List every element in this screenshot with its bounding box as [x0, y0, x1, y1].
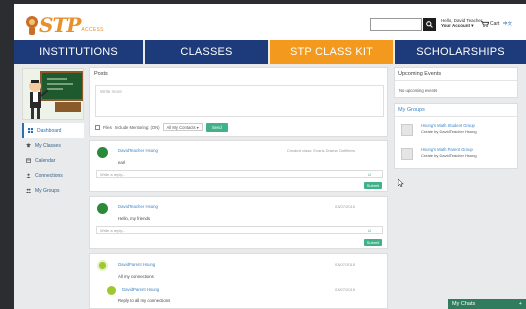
search-button[interactable] — [423, 18, 436, 31]
posts-composer: Posts Write more Files Include Mentoring… — [89, 67, 388, 137]
card-divider — [395, 80, 517, 81]
language-switch[interactable]: 中文 — [503, 21, 512, 27]
sidebar-item-connections[interactable]: Connections — [22, 168, 84, 183]
post-meta: 03/07/2015 — [334, 262, 355, 267]
users-icon — [26, 173, 31, 178]
my-groups-card: My Groups Hsung's Math Student Group Cre… — [394, 103, 518, 169]
group-item[interactable]: Hsung's Math Parent Group Create by Davi… — [399, 145, 515, 163]
chat-label: My Chats — [452, 301, 476, 307]
upcoming-events-card: Upcoming Events No upcoming events — [394, 67, 518, 98]
post-meta: 03/07/2015 — [334, 204, 355, 209]
files-checkbox[interactable] — [95, 124, 100, 130]
sidebar-item-my-groups[interactable]: My Groups — [22, 183, 84, 198]
group-thumbnail — [401, 148, 413, 160]
reply-placeholder: Write a reply... — [100, 227, 126, 233]
logo-text: STP — [39, 13, 81, 37]
sidebar-item-label: Connections — [35, 172, 63, 179]
emoji-icon[interactable]: ☺ — [367, 172, 372, 178]
sidebar-item-label: Dashboard — [37, 127, 62, 134]
group-icon — [26, 188, 31, 193]
post-author[interactable]: DavidTeacher Hsung — [118, 204, 158, 209]
post-controls: Files Include Mentoring: (ON) All My Con… — [95, 122, 228, 132]
nav-classes[interactable]: CLASSES — [145, 40, 268, 64]
profile-avatar[interactable] — [22, 68, 84, 120]
chat-bar[interactable]: My Chats + — [448, 299, 526, 309]
account-link[interactable]: Your Account ▾ — [441, 23, 482, 28]
logo-subtext: ACCESS — [81, 27, 104, 33]
audience-select[interactable]: All My Contacts ▾ — [162, 123, 203, 131]
author-avatar[interactable] — [97, 203, 108, 214]
calendar-icon — [26, 158, 31, 163]
my-groups-title: My Groups — [398, 107, 425, 113]
reply-input[interactable]: Write a reply... ☺ — [96, 226, 383, 234]
sidebar-item-label: My Classes — [35, 142, 61, 149]
no-events-text: No upcoming events — [399, 88, 438, 93]
files-label: Files — [103, 124, 112, 130]
lion-mascot-icon — [26, 15, 38, 35]
cart-icon — [481, 21, 489, 27]
group-thumbnail — [401, 124, 413, 136]
post-body: Hello, my friends — [118, 216, 150, 221]
main-nav: INSTITUTIONS CLASSES STP CLASS KIT SCHOL… — [14, 40, 526, 64]
account-menu[interactable]: Hello, David Teacher Your Account ▾ — [441, 18, 482, 28]
graduation-cap-icon — [26, 143, 31, 148]
sidebar-item-my-classes[interactable]: My Classes — [22, 138, 84, 153]
group-owner: Create by DavidTeacher Hsung — [421, 129, 477, 134]
search-icon — [426, 21, 433, 28]
post-textarea[interactable]: Write more — [95, 85, 384, 117]
feed-post: DavidTeacher Hsung 03/07/2015 Hello, my … — [89, 196, 388, 249]
sidebar-item-label: Calendar — [35, 157, 56, 164]
post-author[interactable]: DavidParent Hsung — [118, 262, 155, 267]
reply-body: Reply to all my connections — [118, 298, 171, 303]
reply-author[interactable]: DavidParent Hsung — [122, 287, 159, 292]
reply-placeholder: Write a reply... — [100, 171, 126, 177]
author-avatar[interactable] — [97, 147, 108, 158]
group-owner: Create by DavidTeacher Hsung — [421, 153, 477, 158]
sidebar-item-calendar[interactable]: Calendar — [22, 153, 84, 168]
mouse-cursor-icon — [398, 179, 404, 187]
card-divider — [395, 116, 517, 117]
submit-button[interactable]: Submit — [364, 182, 382, 189]
group-name[interactable]: Hsung's Math Parent Group — [421, 147, 473, 152]
reply-author-avatar[interactable] — [107, 286, 116, 295]
sidebar-item-dashboard[interactable]: Dashboard — [22, 123, 84, 138]
nav-institutions[interactable]: INSTITUTIONS — [14, 40, 143, 64]
send-button[interactable]: Send — [205, 122, 228, 132]
search-input[interactable] — [370, 18, 422, 31]
reply-meta: 03/07/2015 — [334, 287, 355, 292]
nav-stp-class-kit[interactable]: STP CLASS KIT — [270, 40, 393, 64]
nav-scholarships[interactable]: SCHOLARSHIPS — [395, 40, 526, 64]
chat-add-icon[interactable]: + — [519, 301, 522, 307]
submit-button[interactable]: Submit — [364, 239, 382, 246]
author-avatar[interactable] — [97, 260, 108, 271]
emoji-icon[interactable]: ☺ — [367, 228, 372, 234]
sidebar-menu: Dashboard My Classes Calendar Connection… — [22, 123, 84, 198]
feed-post: DavidTeacher Hsung Created class: Evans … — [89, 140, 388, 192]
window-left-edge — [0, 0, 14, 309]
site-header: STP ACCESS Hello, David Teacher Your Acc… — [14, 4, 526, 40]
cart-label: Cart — [490, 21, 500, 27]
posts-title: Posts — [94, 71, 108, 77]
group-name[interactable]: Hsung's Math Student Group — [421, 123, 475, 128]
post-body: earl — [118, 160, 126, 165]
sidebar: Dashboard My Classes Calendar Connection… — [22, 68, 84, 198]
reply-input[interactable]: Write a reply... ☺ — [96, 170, 383, 178]
cart-link[interactable]: Cart — [481, 21, 499, 27]
post-meta: Created class: Evans Drama Outfitters — [286, 148, 355, 153]
classroom-toggle[interactable]: Include Mentoring: (ON) — [115, 125, 160, 130]
teacher-chalkboard-icon — [29, 71, 83, 119]
group-item[interactable]: Hsung's Math Student Group Create by Dav… — [399, 121, 515, 139]
upcoming-events-title: Upcoming Events — [398, 71, 442, 77]
feed-post: DavidParent Hsung 03/07/2015 All my conn… — [89, 253, 388, 309]
stp-logo[interactable]: STP ACCESS — [26, 11, 104, 35]
post-body: All my connections — [118, 274, 154, 279]
sidebar-item-label: My Groups — [35, 187, 60, 194]
grid-icon — [28, 128, 33, 133]
post-author[interactable]: DavidTeacher Hsung — [118, 148, 158, 153]
